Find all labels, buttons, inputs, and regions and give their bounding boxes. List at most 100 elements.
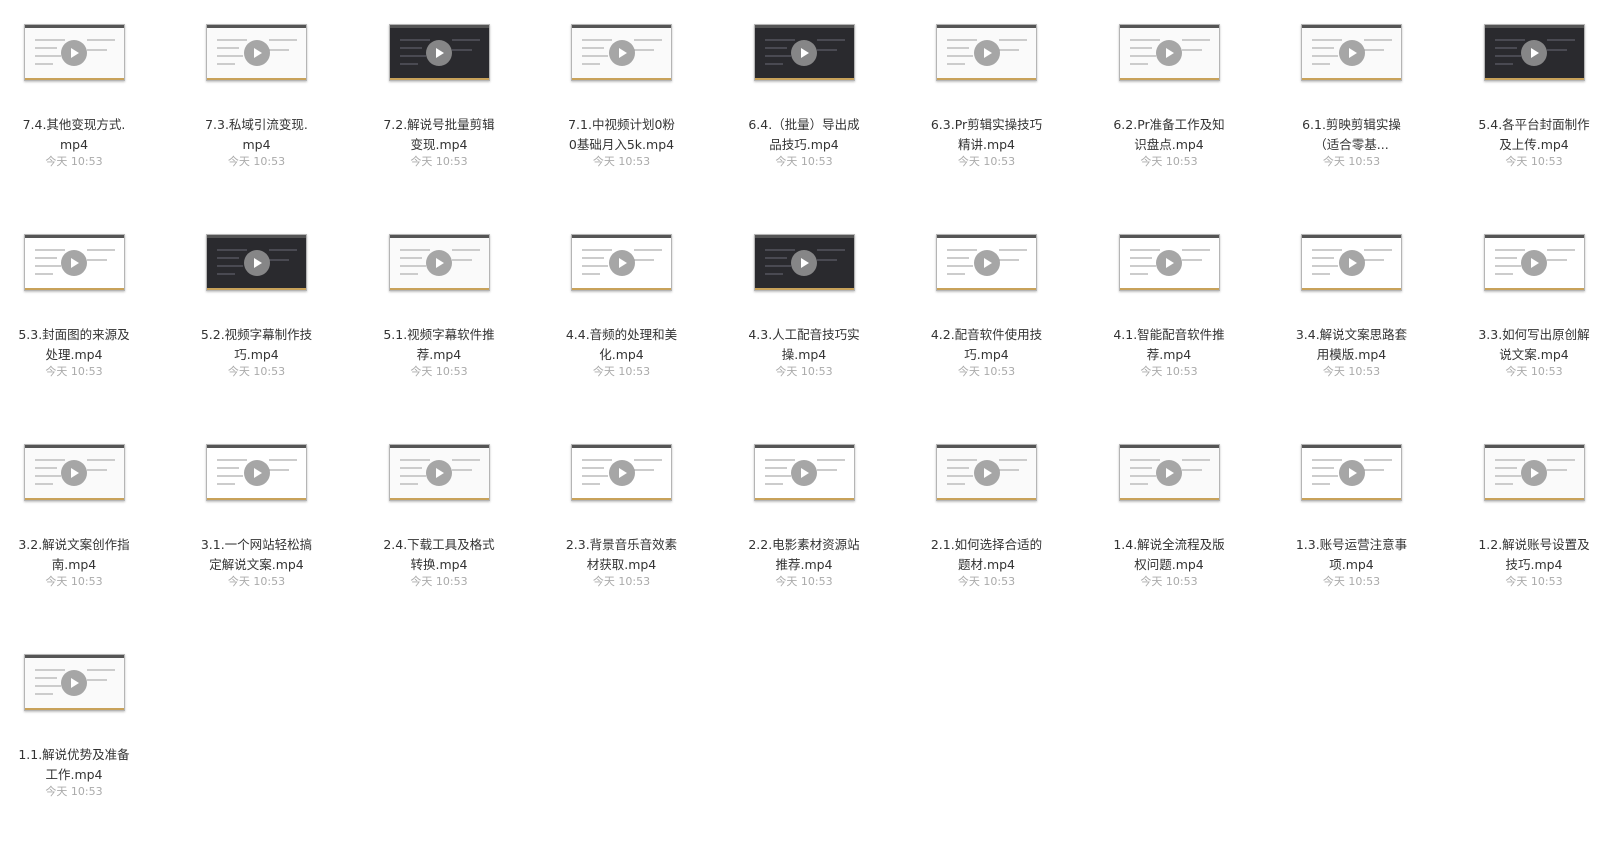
- video-thumbnail[interactable]: [936, 24, 1037, 81]
- play-icon[interactable]: [243, 39, 270, 66]
- video-file-item[interactable]: 7.3.私域引流变现.mp4 今天 10:53: [205, 24, 308, 214]
- play-icon[interactable]: [61, 249, 87, 276]
- play-icon[interactable]: [973, 249, 1000, 276]
- video-thumbnail[interactable]: [388, 24, 490, 81]
- video-thumbnail[interactable]: [571, 234, 672, 291]
- file-modified-time: 今天 10:53: [45, 575, 103, 588]
- video-thumbnail[interactable]: [1483, 234, 1585, 291]
- video-file-item[interactable]: 5.1.视频字幕软件推荐.mp4 今天 10:53: [383, 234, 495, 424]
- video-file-item[interactable]: 5.3.封面图的来源及处理.mp4 今天 10:53: [18, 234, 130, 424]
- video-thumbnail[interactable]: [23, 654, 125, 711]
- play-icon[interactable]: [608, 39, 635, 66]
- file-modified-time: 今天 10:53: [227, 575, 286, 588]
- file-modified-time: 今天 10:53: [1322, 575, 1381, 588]
- video-file-item[interactable]: 7.4.其他变现方式.mp4 今天 10:53: [23, 24, 125, 214]
- video-thumbnail[interactable]: [1118, 24, 1220, 81]
- video-file-item[interactable]: 3.1.一个网站轻松搞定解说文案.mp4 今天 10:53: [201, 444, 312, 634]
- play-icon[interactable]: [1338, 459, 1365, 486]
- video-thumbnail[interactable]: [753, 234, 855, 291]
- play-icon[interactable]: [1338, 39, 1365, 66]
- video-thumbnail[interactable]: [206, 24, 307, 81]
- play-icon[interactable]: [61, 669, 87, 696]
- file-modified-time: 今天 10:53: [592, 365, 651, 378]
- play-icon[interactable]: [608, 459, 635, 486]
- video-thumbnail[interactable]: [1118, 234, 1220, 291]
- video-file-item[interactable]: 2.2.电影素材资源站推荐.mp4 今天 10:53: [748, 444, 860, 634]
- play-icon[interactable]: [426, 459, 452, 486]
- video-file-item[interactable]: 3.3.如何写出原创解说文案.mp4 今天 10:53: [1478, 234, 1590, 424]
- play-icon[interactable]: [243, 459, 270, 486]
- play-icon[interactable]: [426, 39, 452, 66]
- video-file-item[interactable]: 1.3.账号运营注意事项.mp4 今天 10:53: [1296, 444, 1407, 634]
- file-name: 2.4.下载工具及格式转换.mp4: [383, 537, 495, 572]
- video-file-item[interactable]: 6.3.Pr剪辑实操技巧精讲.mp4 今天 10:53: [931, 24, 1042, 214]
- video-thumbnail[interactable]: [1301, 444, 1402, 501]
- video-thumbnail[interactable]: [1118, 444, 1220, 501]
- video-file-item[interactable]: 7.1.中视频计划0粉0基础月入5k.mp4 今天 10:53: [568, 24, 675, 214]
- video-file-item[interactable]: 5.2.视频字幕制作技巧.mp4 今天 10:53: [201, 234, 312, 424]
- play-icon[interactable]: [1156, 39, 1182, 66]
- file-modified-time: 今天 10:53: [1505, 575, 1563, 588]
- video-thumbnail[interactable]: [936, 234, 1037, 291]
- play-icon[interactable]: [243, 249, 270, 276]
- play-icon[interactable]: [973, 459, 1000, 486]
- play-icon[interactable]: [1521, 459, 1547, 486]
- play-icon[interactable]: [791, 459, 817, 486]
- play-icon[interactable]: [608, 249, 635, 276]
- video-thumbnail[interactable]: [23, 234, 125, 291]
- play-icon[interactable]: [973, 39, 1000, 66]
- video-file-item[interactable]: 1.1.解说优势及准备工作.mp4 今天 10:53: [18, 654, 130, 844]
- play-icon[interactable]: [1521, 249, 1547, 276]
- file-grid: 7.4.其他变现方式.mp4 今天 10:53 7.3.私域引流变现.mp4 今天 1…: [18, 24, 1590, 844]
- video-thumbnail[interactable]: [388, 444, 490, 501]
- video-thumbnail[interactable]: [206, 444, 307, 501]
- video-file-item[interactable]: 5.4.各平台封面制作及上传.mp4 今天 10:53: [1478, 24, 1590, 214]
- video-thumbnail[interactable]: [1483, 444, 1585, 501]
- file-name: 3.2.解说文案创作指南.mp4: [18, 537, 130, 572]
- file-name: 5.4.各平台封面制作及上传.mp4: [1478, 117, 1590, 152]
- file-modified-time: 今天 10:53: [227, 155, 286, 168]
- video-thumbnail[interactable]: [936, 444, 1037, 501]
- video-thumbnail[interactable]: [571, 24, 672, 81]
- play-icon[interactable]: [426, 249, 452, 276]
- video-file-item[interactable]: 4.4.音频的处理和美化.mp4 今天 10:53: [566, 234, 677, 424]
- video-file-item[interactable]: 3.4.解说文案思路套用模版.mp4 今天 10:53: [1296, 234, 1407, 424]
- file-name: 7.1.中视频计划0粉0基础月入5k.mp4: [568, 117, 675, 152]
- video-file-item[interactable]: 6.1.剪映剪辑实操（适合零基... 今天 10:53: [1301, 24, 1402, 214]
- play-icon[interactable]: [1156, 249, 1182, 276]
- file-modified-time: 今天 10:53: [1505, 155, 1563, 168]
- video-thumbnail[interactable]: [388, 234, 490, 291]
- video-file-item[interactable]: 1.2.解说账号设置及技巧.mp4 今天 10:53: [1478, 444, 1590, 634]
- play-icon[interactable]: [1156, 459, 1182, 486]
- video-thumbnail[interactable]: [23, 444, 125, 501]
- file-name: 1.3.账号运营注意事项.mp4: [1295, 537, 1408, 572]
- play-icon[interactable]: [61, 39, 87, 66]
- video-file-item[interactable]: 3.2.解说文案创作指南.mp4 今天 10:53: [18, 444, 130, 634]
- video-file-item[interactable]: 2.3.背景音乐音效素材获取.mp4 今天 10:53: [566, 444, 677, 634]
- file-name: 2.2.电影素材资源站推荐.mp4: [748, 537, 860, 572]
- video-file-item[interactable]: 6.2.Pr准备工作及知识盘点.mp4 今天 10:53: [1113, 24, 1225, 214]
- video-file-item[interactable]: 4.2.配音软件使用技巧.mp4 今天 10:53: [931, 234, 1042, 424]
- video-file-item[interactable]: 2.1.如何选择合适的题材.mp4 今天 10:53: [931, 444, 1042, 634]
- file-modified-time: 今天 10:53: [592, 575, 651, 588]
- play-icon[interactable]: [791, 249, 817, 276]
- video-thumbnail[interactable]: [206, 234, 307, 291]
- play-icon[interactable]: [61, 459, 87, 486]
- play-icon[interactable]: [791, 39, 817, 66]
- file-modified-time: 今天 10:53: [957, 365, 1016, 378]
- video-file-item[interactable]: 7.2.解说号批量剪辑变现.mp4 今天 10:53: [383, 24, 495, 214]
- video-file-item[interactable]: 2.4.下载工具及格式转换.mp4 今天 10:53: [383, 444, 495, 634]
- video-thumbnail[interactable]: [1483, 24, 1585, 81]
- video-file-item[interactable]: 1.4.解说全流程及版权问题.mp4 今天 10:53: [1113, 444, 1225, 634]
- video-file-item[interactable]: 4.3.人工配音技巧实操.mp4 今天 10:53: [748, 234, 860, 424]
- play-icon[interactable]: [1338, 249, 1365, 276]
- play-icon[interactable]: [1521, 39, 1547, 66]
- video-thumbnail[interactable]: [753, 24, 855, 81]
- video-thumbnail[interactable]: [753, 444, 855, 501]
- video-file-item[interactable]: 6.4.（批量）导出成品技巧.mp4 今天 10:53: [748, 24, 860, 214]
- video-file-item[interactable]: 4.1.智能配音软件推荐.mp4 今天 10:53: [1113, 234, 1225, 424]
- video-thumbnail[interactable]: [1301, 234, 1402, 291]
- video-thumbnail[interactable]: [1301, 24, 1402, 81]
- video-thumbnail[interactable]: [571, 444, 672, 501]
- video-thumbnail[interactable]: [23, 24, 125, 81]
